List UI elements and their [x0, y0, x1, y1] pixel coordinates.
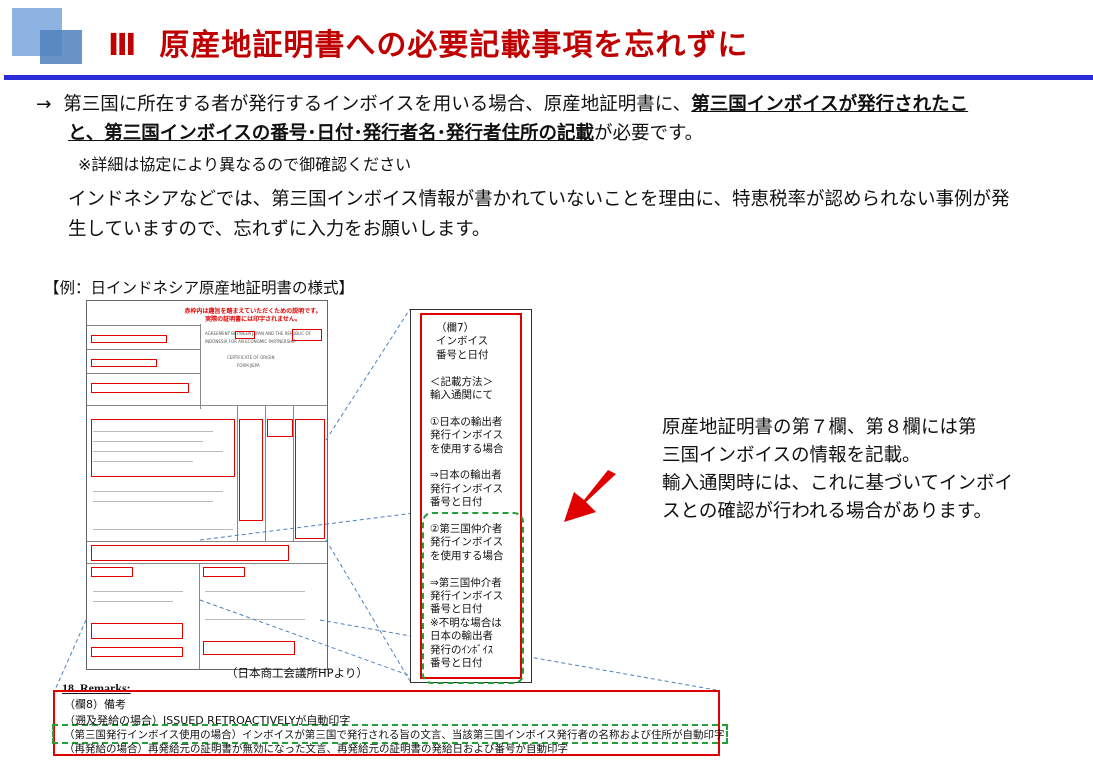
zoom-line: 番号と日付: [430, 657, 483, 669]
explanation-line-3: 輸入通関時には、これに基づいてインボイ: [662, 473, 1013, 494]
explanation-line-4: スとの確認が行われる場合があります。: [662, 501, 993, 522]
zoom-line: 輸入通関にて: [430, 389, 493, 401]
zoom-line: を使用する場合: [430, 442, 504, 455]
explanation-line-1: 原産地証明書の第７欄、第８欄には第: [662, 417, 977, 438]
explanation-line-2: 三国インボイスの情報を記載。: [662, 445, 921, 466]
zoom-line: を使用する場合: [430, 549, 504, 562]
remarks-line-4: （再発給の場合）再発給元の証明書が無効になった文言、再発給元の証明書の発給日およ…: [64, 743, 568, 755]
remarks-line-1: （欄8）備考: [64, 698, 126, 711]
explanation-text: 原産地証明書の第７欄、第８欄には第 三国インボイスの情報を記載。 輸入通関時には…: [662, 414, 1013, 526]
pointer-arrow-icon: [564, 470, 616, 522]
remarks-line-3: （第三国発行インボイス使用の場合）インボイスが第三国で発行される旨の文言、当該第…: [64, 729, 725, 741]
remarks-line-2: （遡及発給の場合）ISSUED RETROACTIVELYが自動印字: [64, 714, 351, 727]
connector-lines: [54, 308, 717, 691]
zoom-line: 番号と日付: [430, 496, 483, 509]
zoom-line: 番号と日付: [436, 348, 489, 361]
